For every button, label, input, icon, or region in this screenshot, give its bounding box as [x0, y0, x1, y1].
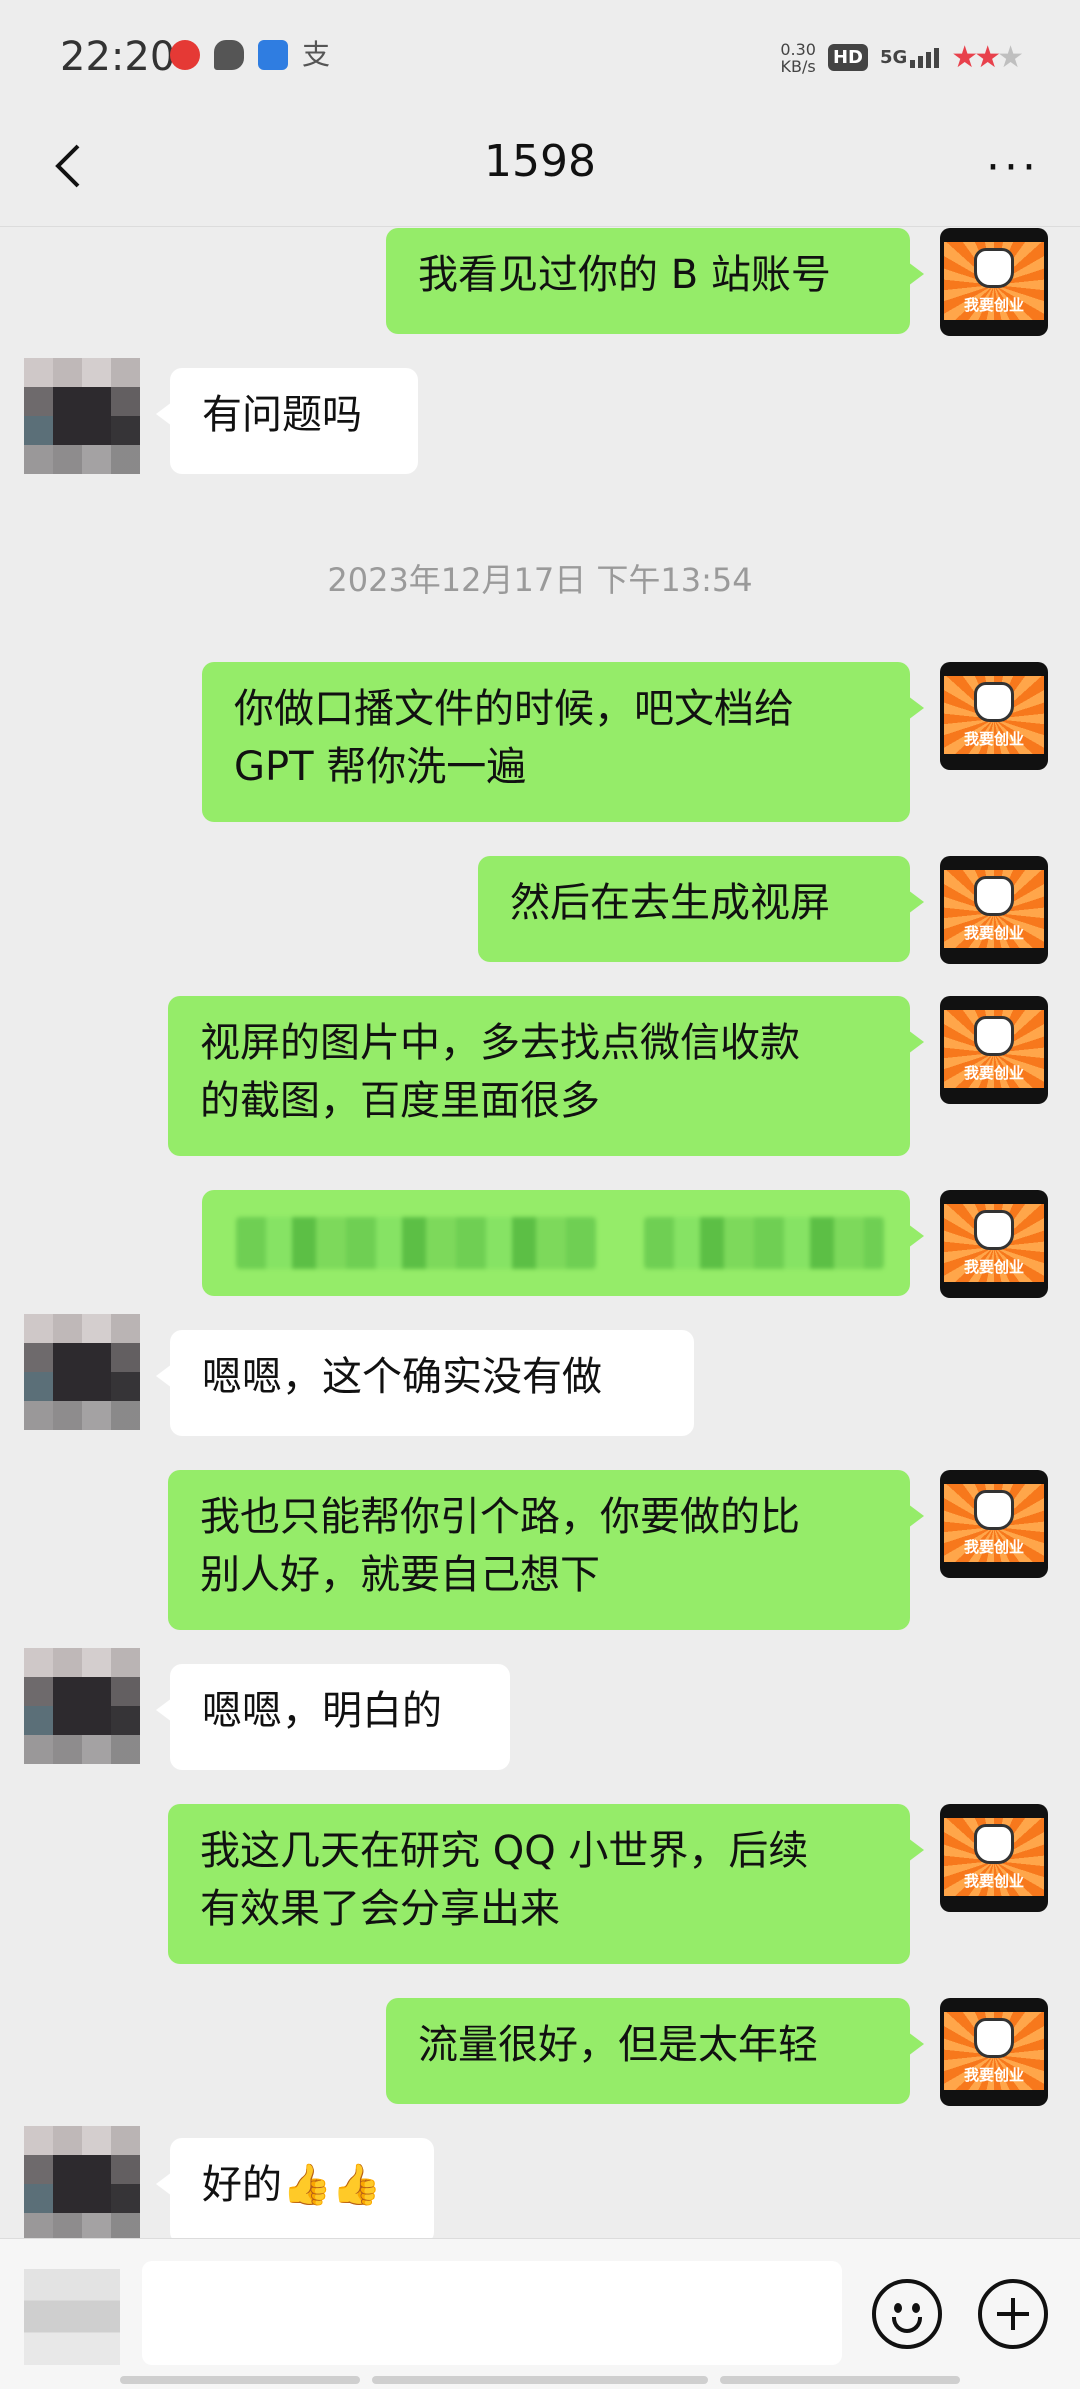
network-type: 5G: [879, 47, 908, 68]
fist-icon: [974, 1210, 1014, 1250]
fist-icon: [974, 248, 1014, 288]
message-bubble-outgoing[interactable]: 我也只能帮你引个路，你要做的比 别人好，就要自己想下: [168, 1470, 924, 1630]
status-right: 0.30 KB/s HD 5G ★★★: [780, 39, 1024, 76]
emoji-icon[interactable]: [872, 2279, 942, 2349]
my-avatar[interactable]: 我要创业: [940, 662, 1048, 770]
message-bubble-incoming[interactable]: 有问题吗: [156, 368, 418, 474]
message-bubble-incoming[interactable]: 嗯嗯，明白的: [156, 1664, 510, 1770]
chat-timestamp: 2023年12月17日 下午13:54: [327, 561, 753, 599]
gesture-bar: [720, 2376, 960, 2384]
my-avatar[interactable]: 我要创业: [940, 1998, 1048, 2106]
my-avatar[interactable]: 我要创业: [940, 1470, 1048, 1578]
fist-icon: [974, 2018, 1014, 2058]
message-bubble-outgoing[interactable]: 我看见过你的 B 站账号: [386, 228, 924, 334]
status-time: 22:20: [60, 34, 176, 80]
message-bubble-outgoing[interactable]: 视屏的图片中，多去找点微信收款 的截图，百度里面很多: [168, 996, 924, 1156]
contact-avatar[interactable]: [24, 1648, 140, 1764]
paw-icon: [258, 40, 288, 70]
gesture-bar: [120, 2376, 360, 2384]
my-avatar[interactable]: 我要创业: [940, 228, 1048, 336]
fist-icon: [974, 682, 1014, 722]
fist-icon: [974, 1490, 1014, 1530]
contact-avatar[interactable]: [24, 358, 140, 474]
chat-header: 1598 ···: [0, 116, 1080, 226]
voice-toggle-icon[interactable]: [24, 2269, 120, 2365]
input-bar: [0, 2238, 1080, 2389]
chat-title: 1598: [484, 136, 596, 187]
chat-bubble-icon: [214, 40, 244, 70]
my-avatar[interactable]: 我要创业: [940, 1190, 1048, 1298]
message-bubble-outgoing[interactable]: 你做口播文件的时候，吧文档给 GPT 帮你洗一遍: [202, 662, 924, 822]
net-speed: 0.30 KB/s: [780, 39, 816, 76]
message-bubble-outgoing[interactable]: 然后在去生成视屏: [478, 856, 924, 962]
weibo-icon: [170, 40, 200, 70]
blurred-text: [236, 1217, 596, 1269]
add-attachment-icon[interactable]: [978, 2279, 1048, 2349]
fist-icon: [974, 1824, 1014, 1864]
rating-stars-icon: ★★★: [951, 40, 1024, 75]
message-bubble-incoming[interactable]: 嗯嗯，这个确实没有做: [156, 1330, 694, 1436]
contact-avatar[interactable]: [24, 2126, 140, 2242]
contact-avatar[interactable]: [24, 1314, 140, 1430]
fist-icon: [974, 876, 1014, 916]
my-avatar[interactable]: 我要创业: [940, 996, 1048, 1104]
status-bar: 22:20 支 0.30 KB/s HD 5G ★★★: [0, 0, 1080, 116]
message-bubble-outgoing[interactable]: 流量很好，但是太年轻: [386, 1998, 924, 2104]
notification-icons: 支: [170, 40, 330, 70]
message-bubble-incoming[interactable]: 好的👍👍: [156, 2138, 434, 2244]
message-input[interactable]: [142, 2261, 842, 2365]
my-avatar[interactable]: 我要创业: [940, 1804, 1048, 1912]
header-divider: [0, 226, 1080, 227]
signal-icon: 5G: [879, 47, 940, 68]
blurred-text: [644, 1217, 884, 1269]
message-bubble-outgoing[interactable]: 我这几天在研究 QQ 小世界，后续 有效果了会分享出来: [168, 1804, 924, 1964]
fist-icon: [974, 1016, 1014, 1056]
more-options-icon[interactable]: ···: [986, 142, 1040, 193]
gesture-bar: [372, 2376, 708, 2384]
my-avatar[interactable]: 我要创业: [940, 856, 1048, 964]
alipay-icon: 支: [302, 38, 331, 71]
hd-badge: HD: [827, 44, 868, 71]
